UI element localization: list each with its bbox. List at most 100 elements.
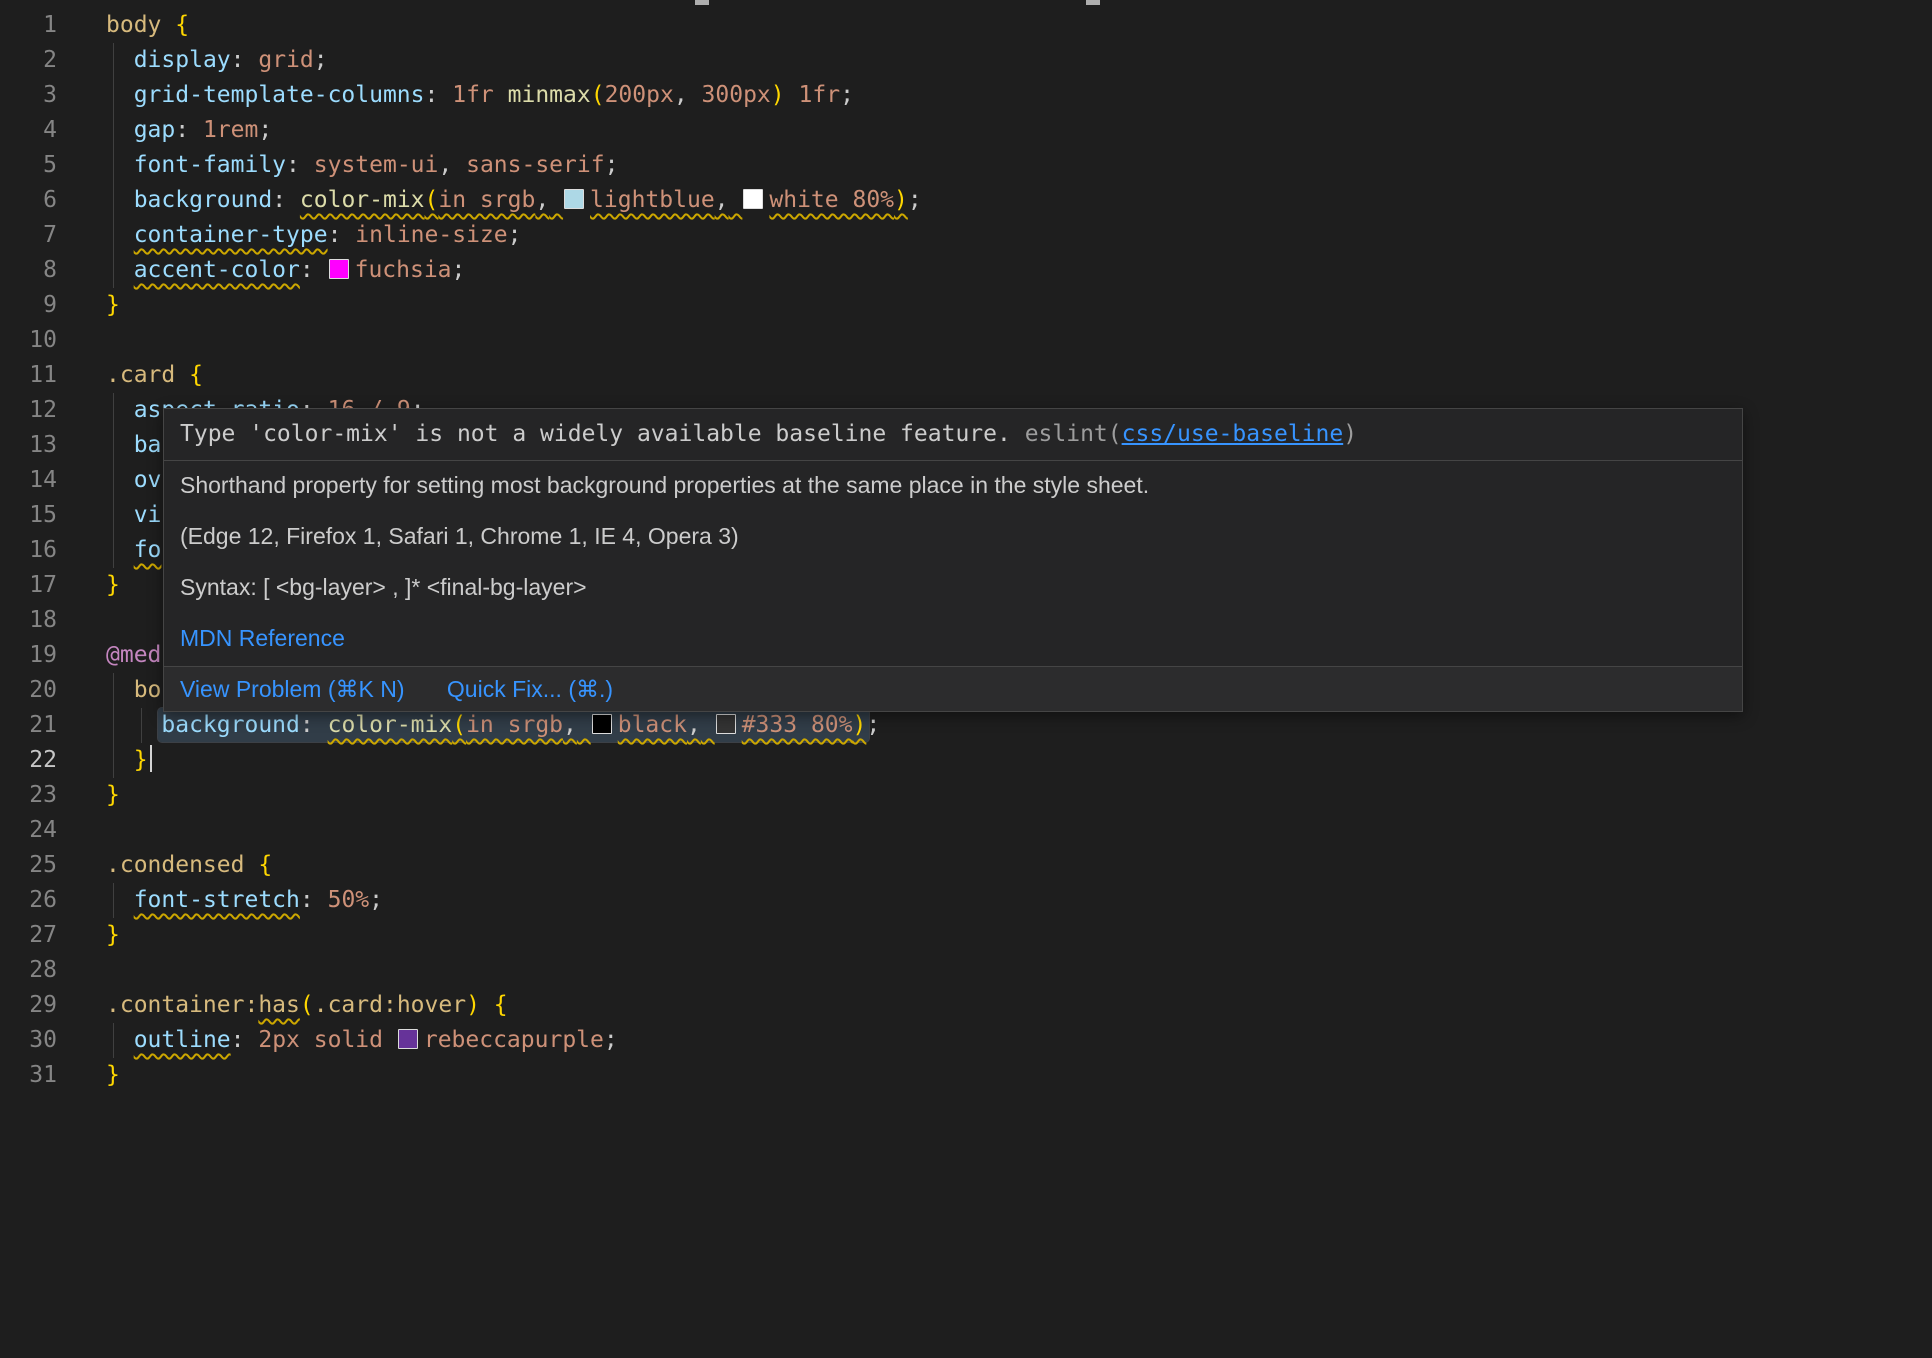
code-token: ; (369, 887, 383, 913)
indent-guide (113, 113, 114, 148)
code-token (106, 747, 134, 773)
code-line[interactable]: accent-color: fuchsia; (106, 253, 1932, 288)
diagnostic-rule-link[interactable]: css/use-baseline (1122, 421, 1344, 447)
code-token: bo (134, 677, 162, 703)
code-token: rebeccapurple (424, 1027, 604, 1053)
code-line[interactable]: display: grid; (106, 43, 1932, 78)
code-line[interactable]: font-family: system-ui, sans-serif; (106, 148, 1932, 183)
code-line[interactable]: outline: 2px solid rebeccapurple; (106, 1023, 1932, 1058)
hover-popup: Type 'color-mix' is not a widely availab… (163, 408, 1743, 712)
code-token: background (134, 187, 272, 213)
hover-highlight-range: background: color-mix(in srgb, black, #3… (158, 708, 869, 742)
code-line[interactable] (106, 953, 1932, 988)
line-number: 5 (0, 148, 57, 183)
line-number: 15 (0, 498, 57, 533)
warning-squiggle-range: container-type (134, 222, 328, 248)
indent-guide (113, 708, 114, 743)
code-line[interactable]: background: color-mix(in srgb, black, #3… (106, 708, 1932, 743)
code-token: outline (134, 1027, 231, 1053)
indent-guide (113, 43, 114, 78)
color-swatch[interactable] (398, 1029, 418, 1049)
line-number: 2 (0, 43, 57, 78)
property-description: Shorthand property for setting most back… (180, 471, 1726, 499)
color-swatch[interactable] (592, 714, 612, 734)
code-token (106, 712, 161, 738)
code-line[interactable]: } (106, 918, 1932, 953)
line-number: 28 (0, 953, 57, 988)
code-token: : (328, 222, 342, 248)
line-number: 16 (0, 533, 57, 568)
code-token (106, 152, 134, 178)
code-token: body (106, 12, 161, 38)
code-token: ; (866, 712, 880, 738)
code-token: ov (134, 467, 162, 493)
code-line[interactable]: } (106, 778, 1932, 813)
code-line[interactable]: gap: 1rem; (106, 113, 1932, 148)
warning-squiggle-range: color-mix(in srgb, lightblue, white 80%) (300, 187, 908, 213)
line-number: 21 (0, 708, 57, 743)
code-token (300, 152, 314, 178)
code-token: { (494, 992, 508, 1018)
code-line[interactable]: } (106, 743, 1932, 778)
code-line[interactable]: background: color-mix(in srgb, lightblue… (106, 183, 1932, 218)
code-token: ; (258, 117, 272, 143)
code-token (452, 152, 466, 178)
code-line[interactable] (106, 323, 1932, 358)
code-line[interactable] (106, 813, 1932, 848)
line-number: 10 (0, 323, 57, 358)
diagnostic-message-row: Type 'color-mix' is not a widely availab… (164, 409, 1742, 460)
quick-fix-button[interactable]: Quick Fix... (⌘.) (447, 676, 613, 702)
code-token: 1fr (799, 82, 841, 108)
code-token: } (106, 782, 120, 808)
line-number: 18 (0, 603, 57, 638)
text-cursor (150, 745, 152, 772)
warning-squiggle-range: font-stretch (134, 887, 300, 913)
code-line[interactable]: body { (106, 8, 1932, 43)
code-token (729, 187, 743, 213)
code-line[interactable]: container-type: inline-size; (106, 218, 1932, 253)
code-token (106, 677, 134, 703)
line-number: 20 (0, 673, 57, 708)
code-token: ; (452, 257, 466, 283)
code-line[interactable]: .card { (106, 358, 1932, 393)
code-token (106, 257, 134, 283)
code-token: #333 80% (742, 712, 853, 738)
code-token: ( (425, 187, 439, 213)
clipped-glyph-fragment (695, 0, 709, 5)
code-token: : (300, 887, 314, 913)
view-problem-button[interactable]: View Problem (⌘K N) (180, 676, 405, 702)
code-line[interactable]: grid-template-columns: 1fr minmax(200px,… (106, 78, 1932, 113)
line-number: 27 (0, 918, 57, 953)
code-line[interactable]: } (106, 1058, 1932, 1093)
code-token: has (258, 992, 300, 1018)
mdn-reference-link[interactable]: MDN Reference (180, 625, 345, 651)
code-line[interactable]: font-stretch: 50%; (106, 883, 1932, 918)
color-swatch[interactable] (564, 189, 584, 209)
line-number: 7 (0, 218, 57, 253)
code-token: ; (604, 1027, 618, 1053)
code-token: fo (134, 537, 162, 563)
code-token: gap (134, 117, 176, 143)
warning-squiggle-range: fo (134, 537, 162, 563)
color-swatch[interactable] (329, 259, 349, 279)
code-token: display (134, 47, 231, 73)
code-token: in srgb (438, 187, 535, 213)
code-line[interactable]: .container:has(.card:hover) { (106, 988, 1932, 1023)
code-line[interactable]: } (106, 288, 1932, 323)
color-swatch[interactable] (743, 189, 763, 209)
code-token: 2px solid (258, 1027, 383, 1053)
line-number: 31 (0, 1058, 57, 1093)
indent-guide (113, 463, 114, 498)
indent-guide (113, 883, 114, 918)
color-swatch[interactable] (716, 714, 736, 734)
line-number: 12 (0, 393, 57, 428)
code-line[interactable]: .condensed { (106, 848, 1932, 883)
code-token: inline-size (355, 222, 507, 248)
indent-guide (113, 78, 114, 113)
code-token: .container: (106, 992, 258, 1018)
line-number: 26 (0, 883, 57, 918)
line-number: 4 (0, 113, 57, 148)
code-token: minmax (508, 82, 591, 108)
indent-guide (113, 428, 114, 463)
code-token: ) (894, 187, 908, 213)
